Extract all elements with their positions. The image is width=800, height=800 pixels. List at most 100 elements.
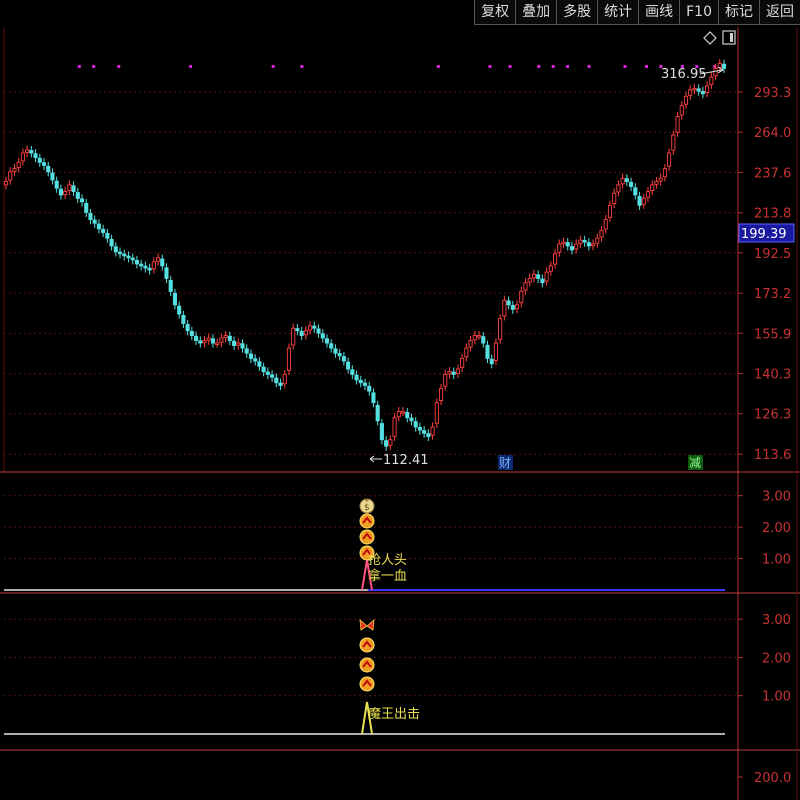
candle-up xyxy=(400,411,406,414)
candle-up xyxy=(464,347,469,358)
overlay-button[interactable]: 叠加 xyxy=(515,0,557,25)
candle-up xyxy=(591,243,596,247)
candle-down xyxy=(536,274,541,279)
candle-up xyxy=(595,237,600,244)
event-badge-finance-label: 财 xyxy=(499,456,511,470)
candle-up xyxy=(519,290,524,304)
candle-up xyxy=(616,184,621,193)
candle-down xyxy=(451,371,456,375)
candle-down xyxy=(540,278,545,284)
candle-down xyxy=(324,338,330,344)
candle-up xyxy=(151,261,156,270)
candle-up xyxy=(396,411,401,418)
diamond-icon[interactable] xyxy=(703,31,717,45)
candle-down xyxy=(232,340,237,346)
candle-up xyxy=(493,342,498,361)
candle-up xyxy=(282,373,287,385)
candle-up xyxy=(683,95,689,105)
price-tick-label: 293.3 xyxy=(754,86,791,101)
candle-down xyxy=(210,338,216,344)
candle-down xyxy=(569,246,575,251)
candle-down xyxy=(227,335,232,341)
candle-up xyxy=(599,230,604,238)
candle-down xyxy=(134,259,139,265)
signal-dot xyxy=(566,65,570,68)
candle-down xyxy=(198,340,203,344)
candle-down xyxy=(333,348,338,354)
candle-up xyxy=(679,105,684,116)
candle-down xyxy=(168,279,173,292)
signal-dot xyxy=(623,65,627,68)
candle-up xyxy=(578,239,583,244)
panel2-signal-markers: $ xyxy=(359,498,375,561)
candle-down xyxy=(633,187,638,196)
candle-up xyxy=(3,181,9,186)
candle-down xyxy=(481,336,486,344)
candle-down xyxy=(244,348,249,354)
main-grid xyxy=(4,91,738,455)
price-tick-label: 113.6 xyxy=(754,448,791,463)
candle-up xyxy=(468,340,473,348)
statistics-button[interactable]: 统计 xyxy=(597,0,639,25)
price-tick-label: 264.0 xyxy=(754,126,791,141)
panel3-label-1: 魔王出击 xyxy=(368,707,420,722)
f10-button[interactable]: F10 xyxy=(679,0,718,25)
candle-down xyxy=(172,292,177,306)
candle-down xyxy=(160,258,165,267)
signal-dot xyxy=(77,65,81,68)
candle-up xyxy=(561,241,566,245)
multi-stock-button[interactable]: 多股 xyxy=(556,0,598,25)
indicator-tick-label: 3.00 xyxy=(762,613,791,628)
candle-up xyxy=(25,149,30,153)
signal-dot xyxy=(271,65,275,68)
stock-chart[interactable]: 113.6 126.3 140.3 155.9 173.2 192.5 213.8 237.6… xyxy=(0,0,800,800)
candle-down xyxy=(417,426,422,431)
candle-up xyxy=(574,243,579,250)
candle-down xyxy=(485,344,490,359)
candle-up xyxy=(438,387,444,401)
candle-down xyxy=(422,430,427,434)
restore-rights-button[interactable]: 复权 xyxy=(474,0,516,25)
candle-up xyxy=(612,192,617,204)
candle-down xyxy=(113,246,118,253)
price-tick-label: 213.8 xyxy=(754,207,791,222)
candle-up xyxy=(641,197,646,205)
up-arrow-circle-icon xyxy=(359,637,375,653)
candle-down xyxy=(413,421,418,428)
candle-down xyxy=(367,385,372,392)
candle-up xyxy=(502,299,507,317)
candle-down xyxy=(320,333,325,339)
back-button[interactable]: 返回 xyxy=(759,0,800,25)
candle-down xyxy=(248,353,254,359)
candle-up xyxy=(215,342,220,345)
panel2-ticks: 1.00 2.00 3.00 xyxy=(738,490,791,568)
candle-up xyxy=(650,184,655,191)
candle-down xyxy=(312,325,317,329)
signal-dot xyxy=(189,65,193,68)
draw-line-button[interactable]: 画线 xyxy=(638,0,680,25)
candle-up xyxy=(206,337,211,341)
candle-up xyxy=(12,168,17,172)
up-arrow-circle-icon xyxy=(359,513,375,529)
candle-down xyxy=(189,330,194,336)
candle-up xyxy=(523,282,528,291)
candle-up xyxy=(713,67,718,77)
candle-down xyxy=(510,305,515,310)
mark-button[interactable]: 标记 xyxy=(718,0,759,25)
candle-down xyxy=(84,202,89,213)
signal-dot xyxy=(645,65,649,68)
window-toggle-icon[interactable] xyxy=(722,30,736,45)
signal-dot xyxy=(587,65,591,68)
panel3-ticks: 1.00 2.00 3.00 xyxy=(738,613,791,705)
candle-down xyxy=(506,300,511,306)
candle-down xyxy=(426,433,431,437)
candle-down xyxy=(88,212,93,221)
up-arrow-circle-icon xyxy=(359,676,375,692)
candle-up xyxy=(709,76,714,86)
candle-down xyxy=(71,185,76,192)
candle-up xyxy=(67,184,72,191)
candle-up xyxy=(434,402,439,424)
candle-down xyxy=(375,404,380,422)
candle-up xyxy=(430,426,435,436)
candle-down xyxy=(721,63,727,69)
